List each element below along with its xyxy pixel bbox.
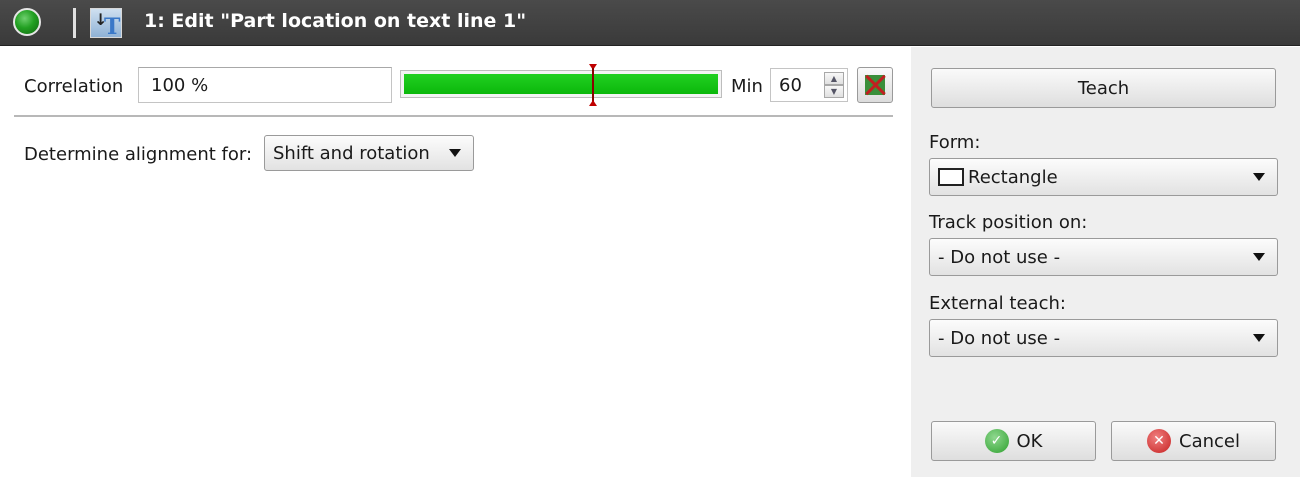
alignment-dropdown[interactable]: Shift and rotation bbox=[264, 135, 474, 171]
checkmark-icon: ✓ bbox=[984, 429, 1009, 453]
title-separator bbox=[73, 8, 76, 38]
external-teach-label: External teach: bbox=[929, 293, 1066, 314]
alignment-selected: Shift and rotation bbox=[273, 142, 430, 164]
status-led-icon bbox=[13, 8, 41, 36]
min-spinbox[interactable]: 60 ▲ ▼ bbox=[770, 68, 848, 102]
chevron-down-icon bbox=[1253, 253, 1265, 261]
title-bar: ↓ T 1: Edit "Part location on text line 1… bbox=[0, 0, 1300, 46]
cancel-button-label: Cancel bbox=[1179, 430, 1240, 452]
ok-button[interactable]: ✓ OK bbox=[931, 421, 1096, 461]
reset-threshold-button[interactable] bbox=[857, 67, 893, 103]
form-dropdown[interactable]: Rectangle bbox=[929, 158, 1278, 196]
correlation-value-field: 100 % bbox=[138, 67, 392, 103]
divider bbox=[14, 115, 893, 117]
ok-button-label: OK bbox=[1016, 430, 1043, 452]
correlation-value: 100 % bbox=[151, 74, 209, 96]
correlation-progress-bar bbox=[400, 70, 722, 98]
correlation-label: Correlation bbox=[24, 76, 124, 97]
chevron-down-icon bbox=[1253, 173, 1265, 181]
spin-up-icon[interactable]: ▲ bbox=[824, 72, 844, 85]
min-threshold-marker[interactable] bbox=[589, 64, 597, 106]
cancel-button[interactable]: ✕ Cancel bbox=[1111, 421, 1276, 461]
min-value[interactable]: 60 bbox=[779, 75, 802, 96]
close-icon: ✕ bbox=[1147, 429, 1171, 453]
spin-down-icon[interactable]: ▼ bbox=[824, 85, 844, 98]
track-position-selected: - Do not use - bbox=[938, 246, 1061, 268]
chevron-down-icon bbox=[449, 149, 461, 157]
alignment-label: Determine alignment for: bbox=[24, 144, 253, 165]
track-position-label: Track position on: bbox=[929, 212, 1088, 233]
chevron-down-icon bbox=[1253, 334, 1265, 342]
text-tool-icon: ↓ T bbox=[90, 8, 122, 40]
correlation-progress-fill bbox=[404, 74, 718, 94]
external-teach-dropdown[interactable]: - Do not use - bbox=[929, 319, 1278, 357]
form-label: Form: bbox=[929, 132, 981, 153]
form-selected: Rectangle bbox=[968, 166, 1058, 188]
min-label: Min bbox=[731, 76, 763, 97]
track-position-dropdown[interactable]: - Do not use - bbox=[929, 238, 1278, 276]
external-teach-selected: - Do not use - bbox=[938, 327, 1061, 349]
window-title: 1: Edit "Part location on text line 1" bbox=[144, 10, 527, 32]
rectangle-icon bbox=[938, 168, 964, 186]
teach-button[interactable]: Teach bbox=[931, 68, 1276, 108]
teach-button-label: Teach bbox=[1077, 77, 1130, 99]
